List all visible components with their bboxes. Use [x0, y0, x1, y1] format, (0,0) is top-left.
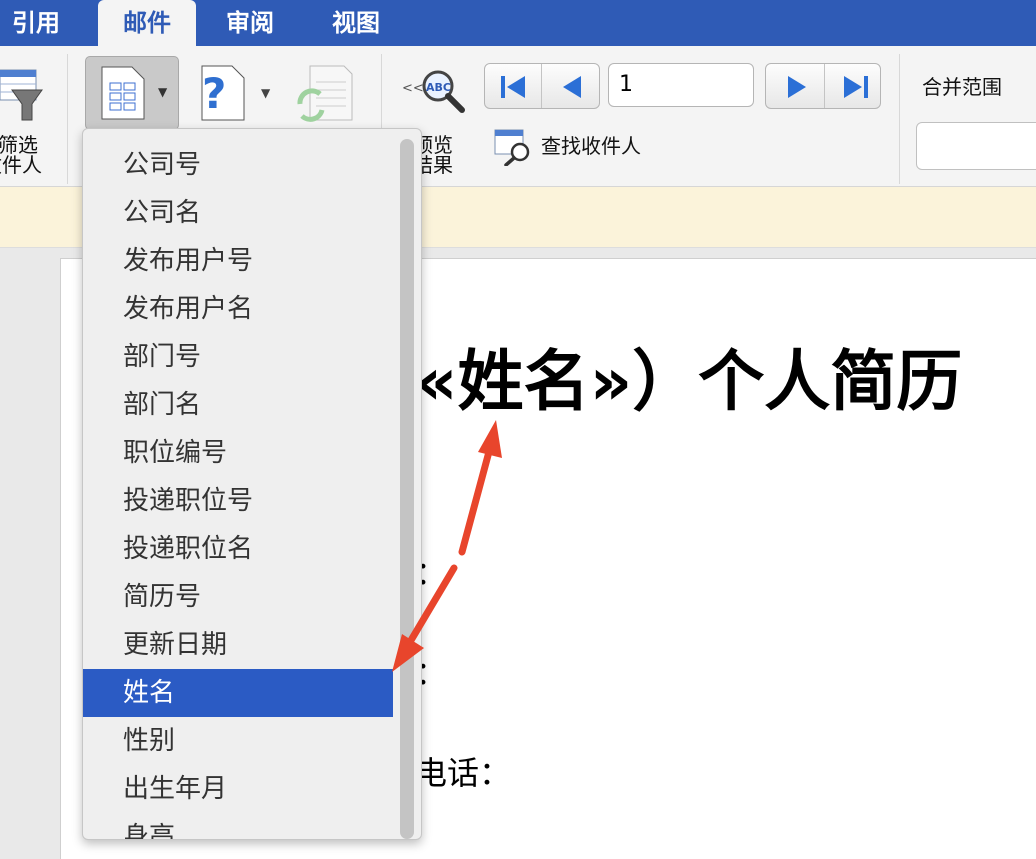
first-record-icon[interactable] [499, 74, 529, 100]
merge-range-input[interactable] [916, 122, 1036, 170]
svg-text:ABC: ABC [426, 81, 451, 94]
menu-item[interactable]: 性别 [83, 717, 393, 765]
ribbon-tab-bar: 引用 邮件 审阅 视图 [0, 0, 1036, 46]
menu-item[interactable]: 姓名 [83, 669, 393, 717]
tab-mailings[interactable]: 邮件 [98, 0, 196, 46]
svg-text:<<: << [402, 81, 424, 96]
tab-review[interactable]: 审阅 [226, 0, 274, 46]
menu-item[interactable]: 发布用户号 [83, 237, 393, 285]
chevron-down-icon[interactable]: ▼ [261, 86, 270, 100]
menu-item[interactable]: 发布用户名 [83, 285, 393, 333]
chevron-down-icon: ▼ [158, 85, 168, 99]
filter-recipients-label-2: 收件人 [0, 153, 42, 177]
menu-item[interactable]: 职位编号 [83, 429, 393, 477]
document-title[interactable]: «姓名»）个人简历 [415, 342, 962, 422]
tab-view[interactable]: 视图 [332, 0, 380, 46]
filter-recipients-icon[interactable] [0, 66, 46, 126]
preview-results-icon[interactable]: << ABC [402, 66, 468, 116]
dropdown-scrollbar[interactable] [400, 139, 414, 839]
menu-item[interactable]: 投递职位名 [83, 525, 393, 573]
find-recipient-icon[interactable] [494, 128, 534, 166]
record-nav-forward-group [765, 63, 881, 109]
record-number-input[interactable]: 1 [608, 63, 754, 107]
menu-item[interactable]: 更新日期 [83, 621, 393, 669]
ribbon-separator [899, 54, 900, 184]
tab-references[interactable]: 引用 [12, 0, 60, 46]
menu-item[interactable]: 公司号 [83, 141, 393, 189]
menu-item[interactable]: 部门号 [83, 333, 393, 381]
document-line[interactable]: 电话： [415, 748, 511, 794]
menu-item[interactable]: 公司名 [83, 189, 393, 237]
menu-item[interactable]: 部门名 [83, 381, 393, 429]
find-recipient-label[interactable]: 查找收件人 [541, 135, 641, 157]
previous-record-icon[interactable] [559, 74, 585, 100]
menu-item[interactable]: 简历号 [83, 573, 393, 621]
ribbon-separator [67, 54, 68, 184]
merge-field-icon [101, 66, 145, 120]
insert-merge-field-button[interactable]: ▼ [85, 56, 179, 130]
merge-field-dropdown: 公司号 公司名 发布用户号 发布用户名 部门号 部门名 职位编号 投递职位号 投递职位名 简历号更… [82, 128, 422, 840]
record-nav-back-group [484, 63, 600, 109]
menu-item[interactable]: 出生年月 [83, 765, 393, 813]
svg-text:?: ? [202, 69, 226, 118]
menu-item[interactable]: 投递职位号 [83, 477, 393, 525]
menu-item[interactable]: 身高 [83, 813, 393, 839]
last-record-icon[interactable] [840, 74, 870, 100]
next-record-icon[interactable] [784, 74, 810, 100]
rules-icon[interactable]: ? [198, 64, 248, 122]
update-labels-icon[interactable] [296, 64, 354, 122]
merge-range-label: 合并范围 [922, 75, 1002, 99]
